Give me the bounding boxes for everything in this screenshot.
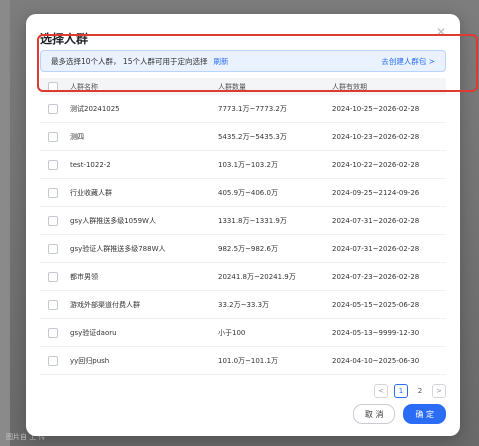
table-row[interactable]: 测四 5435.2万~5435.3万 2024-10-23~2026-02-28 bbox=[40, 123, 446, 151]
row-checkbox[interactable] bbox=[48, 271, 58, 282]
row-name: gsy验证daoru bbox=[70, 328, 117, 337]
table-row[interactable]: 游戏外部渠道付费人群 33.2万~33.3万 2024-05-15~2025-06-… bbox=[40, 291, 446, 319]
row-name: test-1022-2 bbox=[70, 160, 111, 169]
table-row[interactable]: yy回归push 101.0万~101.1万 2024-04-10~2025-06-… bbox=[40, 347, 446, 375]
row-checkbox[interactable] bbox=[48, 187, 58, 198]
select-all-checkbox[interactable] bbox=[48, 81, 58, 92]
cancel-button[interactable]: 取 消 bbox=[352, 404, 396, 424]
ok-button[interactable]: 确 定 bbox=[403, 404, 446, 424]
table-row[interactable]: 都市男领 20241.8万~20241.9万 2024-07-23~2026-02-… bbox=[40, 263, 446, 291]
info-bar: 最多选择10个人群， 15个人群可用于定向选择 刷新 去创建人群包 > bbox=[40, 50, 446, 72]
pagination: < 1 2 > bbox=[374, 384, 446, 398]
table-row[interactable]: 测试20241025 7773.1万~7773.2万 2024-10-25~2026… bbox=[40, 95, 446, 123]
row-name: gsy验证人群推送多级788W人 bbox=[70, 244, 166, 253]
row-count: 405.9万~406.0万 bbox=[218, 188, 278, 197]
row-valid: 2024-05-13~9999-12-30 bbox=[332, 328, 420, 337]
page-1-button[interactable]: 1 bbox=[394, 384, 408, 398]
row-valid: 2024-07-31~2026-02-28 bbox=[332, 244, 420, 253]
header-count: 人群数量 bbox=[218, 82, 246, 91]
table-row[interactable]: test-1022-2 103.1万~103.2万 2024-10-22~2026-… bbox=[40, 151, 446, 179]
row-name: yy回归push bbox=[70, 356, 110, 365]
table-row[interactable]: 行业收藏人群 405.9万~406.0万 2024-09-25~2124-09-26 bbox=[40, 179, 446, 207]
select-audience-modal: 选择人群 ✕ 最多选择10个人群， 15个人群可用于定向选择 刷新 去创建人群包… bbox=[26, 14, 478, 436]
table-row[interactable]: gsy人群推送多级1059W人 1331.8万~1331.9万 2024-07-31… bbox=[40, 207, 446, 235]
row-checkbox[interactable] bbox=[48, 159, 58, 170]
prev-page-button[interactable]: < bbox=[374, 384, 388, 398]
page-2-button[interactable]: 2 bbox=[414, 385, 426, 397]
row-valid: 2024-10-22~2026-02-28 bbox=[332, 160, 420, 169]
row-count: 1331.8万~1331.9万 bbox=[218, 216, 287, 225]
row-valid: 2024-07-23~2026-02-28 bbox=[332, 272, 420, 281]
header-valid: 人群有效期 bbox=[332, 82, 367, 91]
row-checkbox[interactable] bbox=[48, 355, 58, 366]
table-row[interactable]: gsy验证人群推送多级788W人 982.5万~982.6万 2024-07-31~… bbox=[40, 235, 446, 263]
row-valid: 2024-09-25~2124-09-26 bbox=[332, 188, 420, 197]
close-icon[interactable]: ✕ bbox=[436, 26, 446, 38]
row-valid: 2024-10-23~2026-02-28 bbox=[332, 132, 420, 141]
row-count: 101.0万~101.1万 bbox=[218, 356, 278, 365]
modal-footer: 取 消 确 定 bbox=[352, 404, 446, 424]
next-page-button[interactable]: > bbox=[432, 384, 446, 398]
row-checkbox[interactable] bbox=[48, 103, 58, 114]
row-valid: 2024-10-25~2026-02-28 bbox=[332, 104, 420, 113]
create-audience-link[interactable]: 去创建人群包 > bbox=[381, 56, 435, 67]
table-row[interactable]: gsy验证daoru 小于100 2024-05-13~9999-12-30 bbox=[40, 319, 446, 347]
left-strip bbox=[0, 0, 10, 446]
row-count: 5435.2万~5435.3万 bbox=[218, 132, 287, 141]
row-name: gsy人群推送多级1059W人 bbox=[70, 216, 156, 225]
row-name: 行业收藏人群 bbox=[70, 188, 112, 197]
row-name: 测试20241025 bbox=[70, 104, 120, 113]
row-checkbox[interactable] bbox=[48, 131, 58, 142]
header-name: 人群名称 bbox=[70, 82, 98, 91]
refresh-link[interactable]: 刷新 bbox=[213, 56, 228, 67]
row-name: 游戏外部渠道付费人群 bbox=[70, 300, 140, 309]
row-count: 33.2万~33.3万 bbox=[218, 300, 270, 309]
info-message: 最多选择10个人群， 15个人群可用于定向选择 bbox=[51, 56, 208, 66]
row-count: 7773.1万~7773.2万 bbox=[218, 104, 287, 113]
row-count: 103.1万~103.2万 bbox=[218, 160, 278, 169]
audience-table: 人群名称 人群数量 人群有效期 测试20241025 7773.1万~7773.2… bbox=[40, 78, 446, 375]
modal-title: 选择人群 bbox=[40, 32, 89, 46]
row-valid: 2024-05-15~2025-06-28 bbox=[332, 300, 420, 309]
row-checkbox[interactable] bbox=[48, 327, 58, 338]
row-checkbox[interactable] bbox=[48, 215, 58, 226]
row-valid: 2024-07-31~2026-02-28 bbox=[332, 216, 420, 225]
row-name: 测四 bbox=[70, 132, 84, 141]
row-checkbox[interactable] bbox=[48, 299, 58, 310]
row-name: 都市男领 bbox=[70, 272, 98, 281]
row-count: 20241.8万~20241.9万 bbox=[218, 272, 296, 281]
row-valid: 2024-04-10~2025-06-30 bbox=[332, 356, 420, 365]
row-checkbox[interactable] bbox=[48, 243, 58, 254]
row-count: 982.5万~982.6万 bbox=[218, 244, 278, 253]
table-header: 人群名称 人群数量 人群有效期 bbox=[40, 78, 446, 95]
row-count: 小于100 bbox=[218, 328, 246, 337]
